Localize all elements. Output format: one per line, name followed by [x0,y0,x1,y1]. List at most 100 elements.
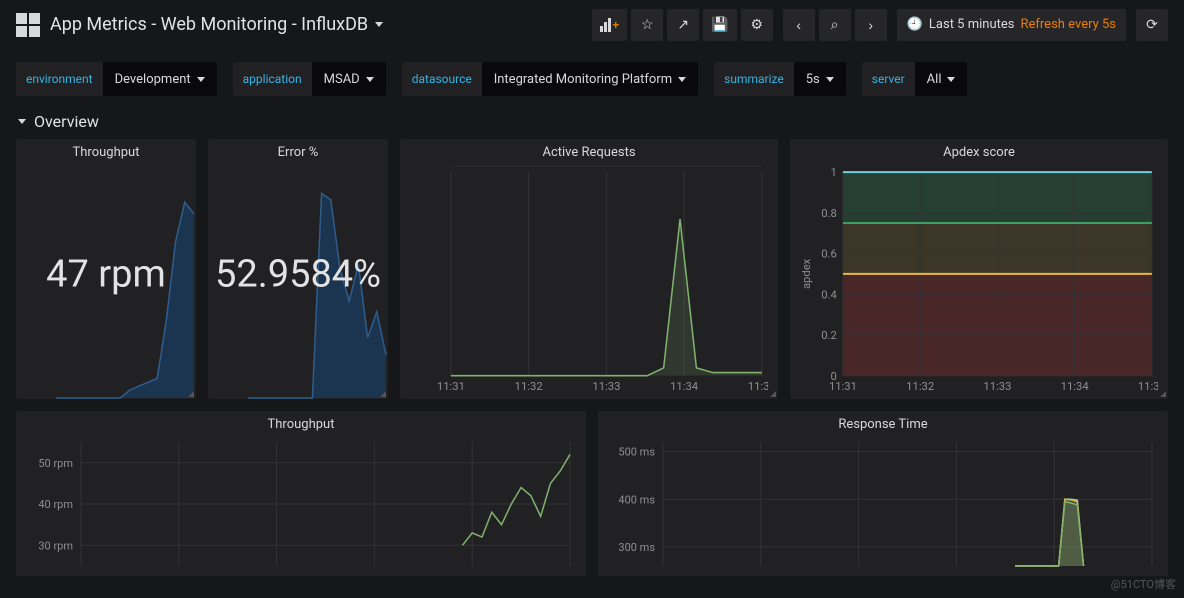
chevron-left-icon: ‹ [796,17,801,33]
chevron-right-icon: › [868,17,873,33]
error-value: 52.9584% [208,252,388,296]
panel-title: Apdex score [790,139,1168,162]
add-panel-button[interactable]: + [592,9,627,41]
panel-title: Error % [208,139,388,162]
star-icon: ☆ [641,16,654,33]
panel-title: Throughput [16,411,586,434]
row-header-overview[interactable]: Overview [0,108,1184,139]
panel-response-time[interactable]: Response Time 300 ms400 ms500 ms [598,411,1168,576]
response-time-chart: 300 ms400 ms500 ms [608,438,1158,570]
var-value: MSAD [324,72,360,87]
zoom-out-button[interactable]: ⌕ [819,9,851,41]
throughput-chart: 30 rpm 40 rpm 50 rpm [26,438,576,570]
panel-active-requests[interactable]: Active Requests 11:31 11:32 11:33 11:34 11:3… [400,139,778,399]
caret-down-icon [366,77,374,82]
resize-handle-icon[interactable] [380,391,386,397]
caret-down-icon [826,77,834,82]
time-back-button[interactable]: ‹ [783,9,815,41]
gear-icon: ⚙ [750,16,763,33]
share-icon: ↗ [677,16,689,33]
svg-text:11:33: 11:33 [983,380,1011,393]
svg-text:11:35: 11:35 [748,380,768,393]
save-button[interactable]: 💾 [703,9,736,41]
var-value: Development [115,72,191,87]
row-title: Overview [34,112,99,131]
var-label: server [862,62,915,96]
grafana-logo-icon[interactable] [16,13,40,37]
svg-text:30 rpm: 30 rpm [38,539,73,552]
var-datasource[interactable]: datasource Integrated Monitoring Platfor… [402,62,698,96]
svg-text:40 rpm: 40 rpm [38,498,73,511]
caret-down-icon [375,22,383,27]
svg-text:11:32: 11:32 [906,380,934,393]
star-button[interactable]: ☆ [631,9,663,41]
svg-text:1.25: 1.25 [423,166,445,169]
svg-text:300 ms: 300 ms [618,541,655,554]
var-server[interactable]: server All [862,62,968,96]
zoom-icon: ⌕ [831,16,839,33]
panel-title: Response Time [598,411,1168,434]
svg-text:0.2: 0.2 [821,329,837,342]
title-text: App Metrics - Web Monitoring - InfluxDB [50,14,368,35]
var-label: application [233,62,312,96]
caret-down-icon [947,77,955,82]
apdex-chart: 11:3111:3211:3311:3411:3500.20.40.60.81a… [800,166,1158,396]
settings-button[interactable]: ⚙ [741,9,773,41]
refresh-icon: ⟳ [1146,16,1158,33]
clock-icon: 🕘 [907,17,923,32]
time-nav: ‹ ⌕ › [783,9,887,41]
refresh-interval-label: Refresh every 5s [1020,17,1116,32]
svg-text:11:32: 11:32 [515,380,543,393]
resize-handle-icon[interactable] [188,391,194,397]
panel-error-stat[interactable]: Error % 52.9584% [208,139,388,399]
chevron-down-icon [18,119,26,124]
svg-text:0.6: 0.6 [821,248,837,261]
svg-text:400 ms: 400 ms [618,493,655,506]
var-value: All [927,72,942,87]
active-requests-chart: 11:3111:3211:3311:3411:3500.250.500.7511… [410,166,768,396]
watermark: @51CTO博客 [1111,576,1176,592]
caret-down-icon [678,77,686,82]
var-label: environment [16,62,103,96]
var-label: datasource [402,62,482,96]
panel-row-2: Throughput 30 rpm 40 rpm 50 rpm Response T… [0,399,1184,576]
add-panel-icon [600,18,611,32]
time-range-label: Last 5 minutes [929,17,1015,32]
var-value: Integrated Monitoring Platform [494,72,672,87]
svg-text:11:34: 11:34 [670,380,699,393]
share-button[interactable]: ↗ [667,9,699,41]
svg-text:11:31: 11:31 [437,380,465,393]
save-icon: 💾 [711,16,728,33]
caret-down-icon [197,77,205,82]
svg-text:11:35: 11:35 [1138,380,1158,393]
svg-text:11:33: 11:33 [592,380,620,393]
panel-title: Throughput [16,139,196,162]
svg-text:apdex: apdex [800,258,813,289]
svg-text:0.4: 0.4 [821,288,837,301]
variable-row: environment Development application MSAD… [0,50,1184,108]
svg-text:0: 0 [830,370,836,383]
panel-throughput-stat[interactable]: Throughput 47 rpm [16,139,196,399]
topbar: App Metrics - Web Monitoring - InfluxDB … [0,0,1184,50]
var-environment[interactable]: environment Development [16,62,217,96]
refresh-button[interactable]: ⟳ [1136,9,1168,41]
time-picker[interactable]: 🕘 Last 5 minutes Refresh every 5s [897,9,1126,41]
svg-text:0.8: 0.8 [821,207,837,220]
panel-title: Active Requests [400,139,778,162]
var-summarize[interactable]: summarize 5s [714,62,846,96]
var-label: summarize [714,62,794,96]
panel-apdex[interactable]: Apdex score 11:3111:3211:3311:3411:3500.… [790,139,1168,399]
dashboard-title[interactable]: App Metrics - Web Monitoring - InfluxDB [50,14,383,35]
svg-text:1: 1 [830,166,836,179]
throughput-value: 47 rpm [16,252,196,296]
resize-handle-icon[interactable] [770,391,776,397]
time-forward-button[interactable]: › [855,9,887,41]
svg-text:11:34: 11:34 [1061,380,1090,393]
var-application[interactable]: application MSAD [233,62,386,96]
svg-text:50 rpm: 50 rpm [38,457,73,470]
var-value: 5s [806,72,820,87]
panel-row-1: Throughput 47 rpm Error % 52.9584% Activ… [0,139,1184,399]
resize-handle-icon[interactable] [1160,391,1166,397]
panel-throughput-graph[interactable]: Throughput 30 rpm 40 rpm 50 rpm [16,411,586,576]
toolbar: + ☆ ↗ 💾 ⚙ [592,9,772,41]
